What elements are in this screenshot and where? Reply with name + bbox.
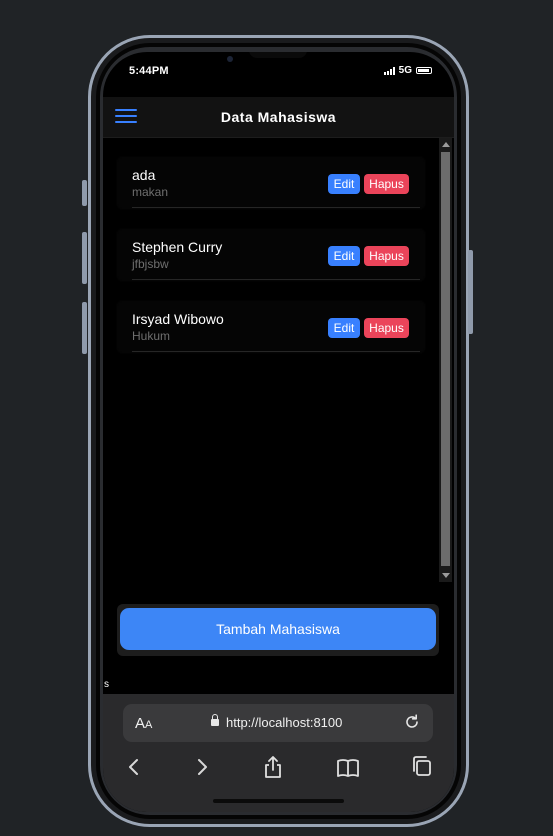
item-divider [132, 207, 420, 208]
text-size-label-small: A [145, 719, 153, 731]
scrollbar[interactable] [439, 138, 452, 582]
edit-button[interactable]: Edit [328, 246, 360, 266]
status-indicators: 5G [383, 65, 432, 76]
battery-icon [416, 67, 432, 74]
lock-icon [211, 714, 219, 726]
edit-button[interactable]: Edit [328, 318, 360, 338]
item-divider [132, 351, 420, 352]
add-student-button[interactable]: Tambah Mahasiswa [120, 608, 436, 650]
student-major: Hukum [132, 329, 171, 343]
address-bar[interactable]: AA http://localhost:8100 [123, 704, 433, 742]
network-label: 5G [398, 65, 412, 76]
bookmarks-icon[interactable] [335, 754, 361, 780]
phone-screen: 5:44PM 5G Data Mahasiswa ada makan Edit … [103, 52, 454, 812]
url-text[interactable]: http://localhost:8100 [226, 715, 342, 730]
item-divider [132, 279, 420, 280]
volume-up-button [82, 232, 87, 284]
back-icon[interactable] [121, 754, 147, 780]
browser-nav [103, 754, 454, 784]
stray-text: s [104, 679, 109, 690]
student-list[interactable]: ada makan Edit Hapus Stephen Curry jfbjs… [103, 138, 454, 583]
delete-button[interactable]: Hapus [364, 174, 409, 194]
text-size-label: A [135, 715, 146, 732]
scroll-down-icon[interactable] [442, 573, 450, 578]
delete-button[interactable]: Hapus [364, 318, 409, 338]
edit-button[interactable]: Edit [328, 174, 360, 194]
power-button [468, 250, 473, 334]
student-major: jfbjsbw [132, 257, 169, 271]
list-item[interactable]: Irsyad Wibowo Hukum Edit Hapus [118, 302, 424, 352]
app-toolbar: Data Mahasiswa [103, 97, 454, 138]
student-major: makan [132, 185, 169, 199]
scroll-thumb[interactable] [441, 152, 450, 566]
delete-button[interactable]: Hapus [364, 246, 409, 266]
home-indicator[interactable] [213, 799, 344, 803]
silent-switch [82, 180, 87, 206]
status-time: 5:44PM [129, 65, 169, 77]
list-item[interactable]: ada makan Edit Hapus [118, 158, 424, 208]
list-item[interactable]: Stephen Curry jfbjsbw Edit Hapus [118, 230, 424, 280]
forward-icon[interactable] [189, 754, 215, 780]
footer: Tambah Mahasiswa [117, 604, 439, 656]
tabs-icon[interactable] [409, 754, 435, 780]
volume-down-button [82, 302, 87, 354]
text-size-button[interactable]: AA [135, 715, 152, 732]
status-bar: 5:44PM 5G [103, 52, 454, 96]
student-name: ada [132, 167, 156, 183]
reload-icon[interactable] [403, 713, 421, 736]
student-name: Irsyad Wibowo [132, 311, 224, 327]
speaker-notch [249, 52, 307, 58]
signal-icon [383, 66, 395, 75]
page-title: Data Mahasiswa [220, 109, 337, 125]
share-icon[interactable] [260, 754, 286, 780]
student-name: Stephen Curry [132, 239, 223, 255]
browser-bar: AA http://localhost:8100 [103, 694, 454, 812]
scroll-up-icon[interactable] [442, 142, 450, 147]
front-camera [227, 56, 233, 62]
